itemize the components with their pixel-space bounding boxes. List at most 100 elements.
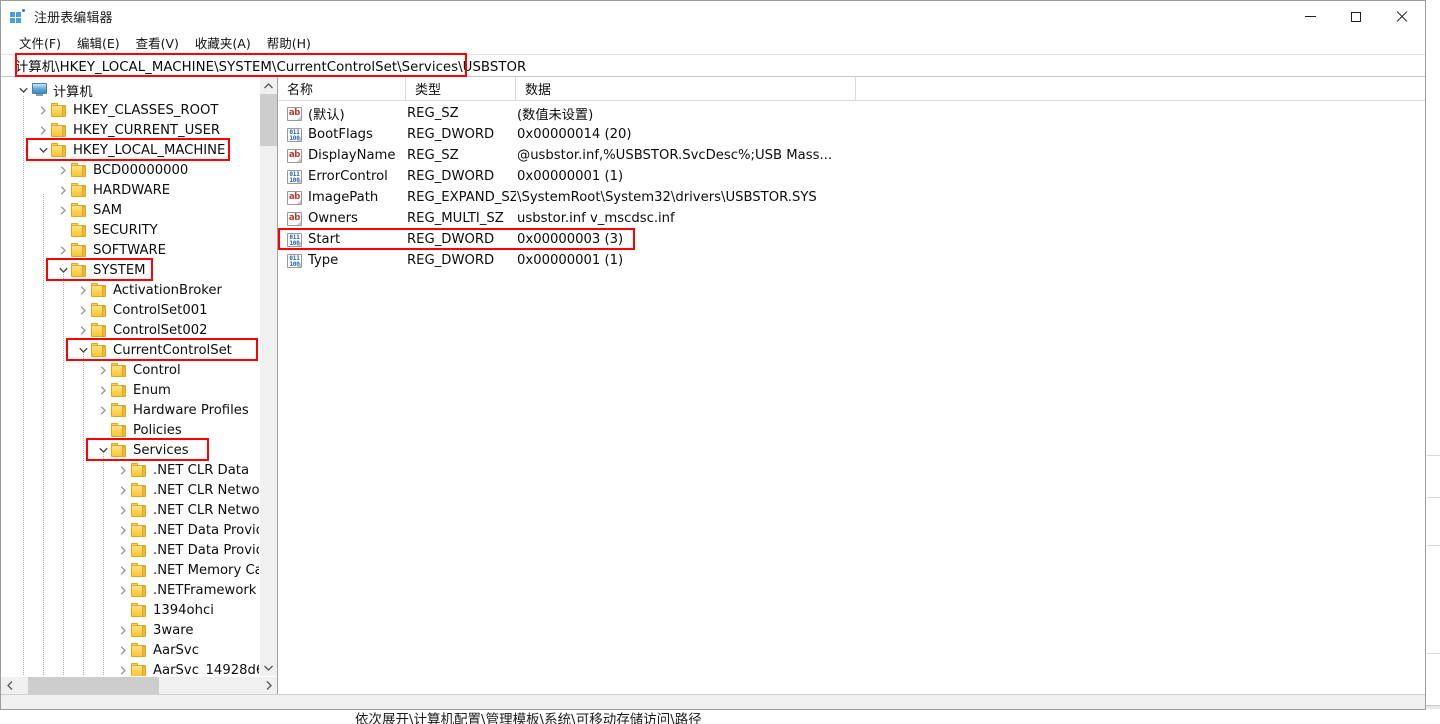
title-bar: 注册表编辑器 [1, 1, 1425, 32]
chevron-right-icon[interactable] [115, 560, 131, 580]
scroll-up-arrow-icon[interactable] [260, 77, 277, 94]
chevron-right-icon[interactable] [115, 660, 131, 676]
chevron-right-icon[interactable] [95, 380, 111, 400]
chevron-right-icon[interactable] [75, 300, 91, 320]
tree-item-hkey_classes_root[interactable]: HKEY_CLASSES_ROOT [1, 100, 259, 120]
column-name[interactable]: 名称 [278, 77, 406, 100]
tree-item-label: .NET Data Provider fo [153, 522, 259, 538]
maximize-button[interactable] [1333, 1, 1379, 32]
tree-item--net-clr-data[interactable]: .NET CLR Data [1, 460, 259, 480]
string-value-icon: ab [287, 106, 302, 121]
chevron-right-icon[interactable] [115, 480, 131, 500]
tree-item-label: SAM [93, 202, 123, 218]
scroll-right-arrow-icon[interactable] [260, 677, 277, 694]
chevron-right-icon[interactable] [75, 280, 91, 300]
tree-item--net-data-provider-fo[interactable]: .NET Data Provider fo [1, 540, 259, 560]
chevron-right-icon[interactable] [115, 580, 131, 600]
chevron-right-icon[interactable] [95, 400, 111, 420]
tree-hscroll-track[interactable] [18, 677, 260, 694]
value-row[interactable]: ab Owners REG_MULTI_SZ usbstor.inf v_mscdsc… [278, 208, 1425, 229]
menu-view[interactable]: 查看(V) [128, 31, 187, 55]
tree-vertical-scrollbar[interactable] [259, 77, 277, 676]
scroll-down-arrow-icon[interactable] [260, 659, 277, 676]
tree-item-sam[interactable]: SAM [1, 200, 259, 220]
value-row[interactable]: 011 100 Type REG_DWORD 0x00000001 (1) [278, 250, 1425, 271]
chevron-right-icon[interactable] [35, 120, 51, 140]
tree-horizontal-scrollbar[interactable] [1, 676, 277, 694]
tree-item-controlset002[interactable]: ControlSet002 [1, 320, 259, 340]
tree-item-aarsvc[interactable]: AarSvc [1, 640, 259, 660]
folder-icon [71, 203, 88, 217]
chevron-right-icon[interactable] [55, 240, 71, 260]
tree-item--net-memory-cache-[interactable]: .NET Memory Cache [1, 560, 259, 580]
chevron-right-icon[interactable] [115, 620, 131, 640]
tree-item--[interactable]: 计算机 [1, 80, 259, 100]
menu-edit[interactable]: 编辑(E) [69, 31, 128, 55]
chevron-right-icon[interactable] [115, 640, 131, 660]
tree-item-services[interactable]: Services [1, 440, 259, 460]
chevron-down-icon[interactable] [35, 140, 51, 160]
tree-item-enum[interactable]: Enum [1, 380, 259, 400]
scroll-left-arrow-icon[interactable] [1, 677, 18, 694]
chevron-right-icon[interactable] [115, 460, 131, 480]
tree-item-control[interactable]: Control [1, 360, 259, 380]
value-data-cell: 0x00000014 (20) [517, 127, 632, 142]
tree-item--net-clr-networking[interactable]: .NET CLR Networking [1, 500, 259, 520]
chevron-right-icon[interactable] [55, 180, 71, 200]
tree-scroll-thumb[interactable] [260, 94, 277, 146]
value-row[interactable]: 011 100 ErrorControl REG_DWORD 0x00000001 (1… [278, 166, 1425, 187]
background-divider-1 [1427, 455, 1440, 456]
tree-item-software[interactable]: SOFTWARE [1, 240, 259, 260]
tree-item-bcd00000000[interactable]: BCD00000000 [1, 160, 259, 180]
values-list[interactable]: ab (默认) REG_SZ (数值未设置) 011 100 BootFlags REG_DW… [278, 101, 1425, 694]
tree-item--net-data-provider-fo[interactable]: .NET Data Provider fo [1, 520, 259, 540]
folder-icon [131, 463, 148, 477]
value-name-label: BootFlags [308, 127, 373, 142]
tree-item-controlset001[interactable]: ControlSet001 [1, 300, 259, 320]
tree-item-hardware[interactable]: HARDWARE [1, 180, 259, 200]
chevron-right-icon[interactable] [115, 540, 131, 560]
column-data[interactable]: 数据 [516, 77, 856, 100]
close-button[interactable] [1379, 1, 1425, 32]
chevron-right-icon[interactable] [35, 100, 51, 120]
registry-editor-icon [10, 8, 26, 25]
registry-path-input[interactable] [1, 55, 1425, 76]
value-row[interactable]: 011 100 BootFlags REG_DWORD 0x00000014 (20) [278, 124, 1425, 145]
tree-item-policies[interactable]: Policies [1, 420, 259, 440]
value-row[interactable]: ab (默认) REG_SZ (数值未设置) [278, 103, 1425, 124]
value-name-cell: ab Owners [278, 211, 406, 226]
tree-scroll-track[interactable] [260, 94, 277, 659]
tree-item-security[interactable]: SECURITY [1, 220, 259, 240]
tree-item-label: SYSTEM [93, 262, 146, 278]
column-type[interactable]: 类型 [406, 77, 516, 100]
chevron-right-icon[interactable] [75, 320, 91, 340]
value-type-cell: REG_SZ [407, 106, 459, 121]
chevron-right-icon[interactable] [55, 160, 71, 180]
chevron-right-icon[interactable] [55, 200, 71, 220]
value-row[interactable]: ab ImagePath REG_EXPAND_SZ \SystemRoot\Syst… [278, 187, 1425, 208]
menu-file[interactable]: 文件(F) [11, 31, 69, 55]
tree-item-hkey_local_machine[interactable]: HKEY_LOCAL_MACHINE [1, 140, 259, 160]
minimize-button[interactable] [1287, 1, 1333, 32]
monitor-icon [31, 83, 48, 97]
value-row[interactable]: 011 100 Start REG_DWORD 0x00000003 (3) [278, 229, 1425, 250]
menu-favorites[interactable]: 收藏夹(A) [187, 31, 259, 55]
value-row[interactable]: ab DisplayName REG_SZ @usbstor.inf,%USBSTOR… [278, 145, 1425, 166]
tree-item-hkey_current_user[interactable]: HKEY_CURRENT_USER [1, 120, 259, 140]
tree-hscroll-thumb[interactable] [28, 677, 159, 694]
chevron-right-icon[interactable] [115, 500, 131, 520]
tree-item-3ware[interactable]: 3ware [1, 620, 259, 640]
chevron-right-icon[interactable] [115, 520, 131, 540]
tree-item-1394ohci[interactable]: 1394ohci [1, 600, 259, 620]
chevron-right-icon[interactable] [95, 360, 111, 380]
tree-item-system[interactable]: SYSTEM [1, 260, 259, 280]
tree-item-activationbroker[interactable]: ActivationBroker [1, 280, 259, 300]
menu-help[interactable]: 帮助(H) [259, 31, 319, 55]
tree-item-currentcontrolset[interactable]: CurrentControlSet [1, 340, 259, 360]
tree-item-hardware-profiles[interactable]: Hardware Profiles [1, 400, 259, 420]
registry-tree[interactable]: 计算机 HKEY_CLASSES_ROOT HKEY_CURRENT_USER HKE… [1, 77, 259, 676]
tree-item-aarsvc_14928d62[interactable]: AarSvc_14928d62 [1, 660, 259, 676]
tree-item--netframework[interactable]: .NETFramework [1, 580, 259, 600]
tree-item--net-clr-networking[interactable]: .NET CLR Networking [1, 480, 259, 500]
